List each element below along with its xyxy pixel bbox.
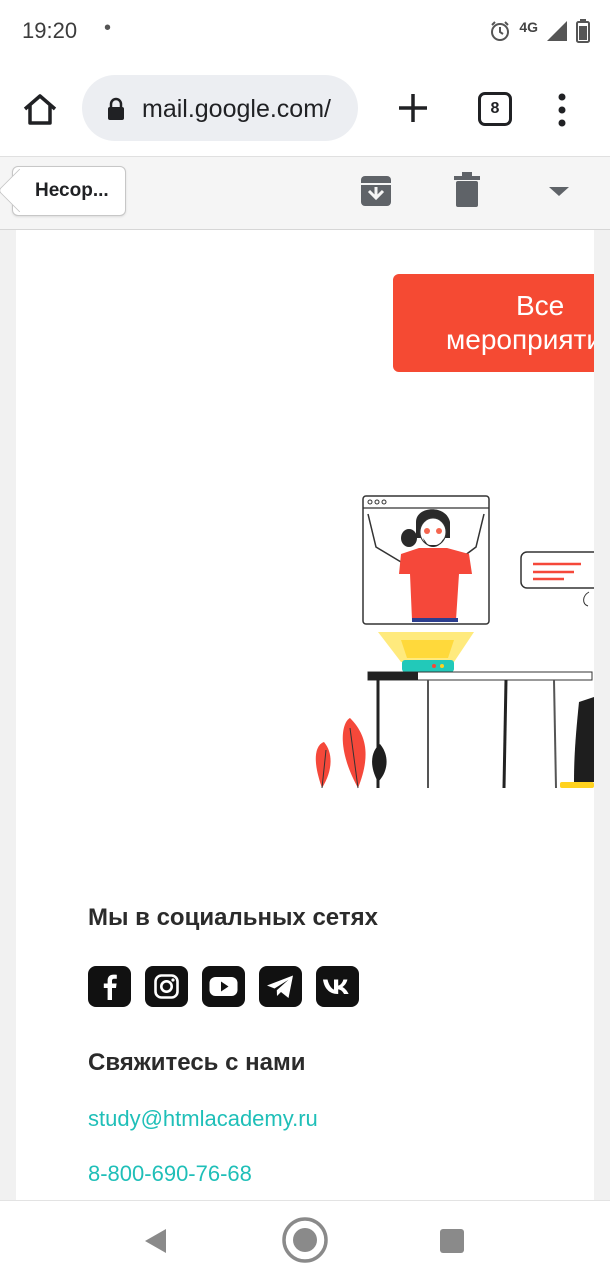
dropdown-arrow-icon[interactable]: [546, 183, 572, 199]
telegram-icon[interactable]: [259, 966, 302, 1007]
social-section-title: Мы в социальных сетях: [88, 904, 378, 931]
nav-recents-icon[interactable]: [440, 1229, 464, 1253]
signal-icon: [547, 21, 567, 41]
events-button-line2: мероприятия: [446, 324, 594, 355]
nav-back-icon[interactable]: [142, 1227, 168, 1255]
contact-phone-link[interactable]: 8-800-690-76-68: [88, 1161, 252, 1187]
back-to-folder-button[interactable]: Несор...: [12, 166, 126, 216]
network-type: 4G: [519, 19, 538, 35]
online-lecture-illustration: [315, 495, 594, 789]
archive-icon[interactable]: [358, 173, 394, 209]
browser-toolbar: mail.google.com/ 8: [0, 64, 610, 157]
email-content: Все мероприятия: [16, 230, 594, 1200]
facebook-icon[interactable]: [88, 966, 131, 1007]
status-bar: 19:20 • 4G: [0, 0, 610, 64]
url-text: mail.google.com/: [142, 95, 331, 123]
notification-dot: •: [104, 17, 112, 39]
home-icon[interactable]: [20, 90, 60, 130]
status-time: 19:20: [22, 18, 78, 43]
all-events-button[interactable]: Все мероприятия: [393, 274, 594, 372]
system-nav-bar: [0, 1200, 610, 1281]
status-icons: 4G: [489, 16, 590, 46]
nav-home-icon[interactable]: [281, 1216, 329, 1264]
vk-icon[interactable]: [316, 966, 359, 1007]
battery-icon: [576, 19, 590, 43]
back-label: Несор...: [35, 180, 109, 201]
lock-icon: [108, 97, 124, 120]
tab-switcher-button[interactable]: 8: [478, 92, 512, 126]
events-button-line1: Все: [516, 290, 565, 321]
gmail-action-bar: Несор...: [0, 157, 610, 230]
new-tab-icon[interactable]: [395, 90, 431, 126]
youtube-icon[interactable]: [202, 966, 245, 1007]
trash-icon[interactable]: [452, 171, 482, 209]
address-bar[interactable]: mail.google.com/: [82, 75, 358, 141]
contact-email-link[interactable]: study@htmlacademy.ru: [88, 1106, 318, 1132]
alarm-icon: [491, 21, 510, 41]
social-links: [88, 966, 359, 1007]
more-vert-icon[interactable]: [552, 92, 572, 128]
instagram-icon[interactable]: [145, 966, 188, 1007]
contact-section-title: Свяжитесь с нами: [88, 1049, 306, 1076]
